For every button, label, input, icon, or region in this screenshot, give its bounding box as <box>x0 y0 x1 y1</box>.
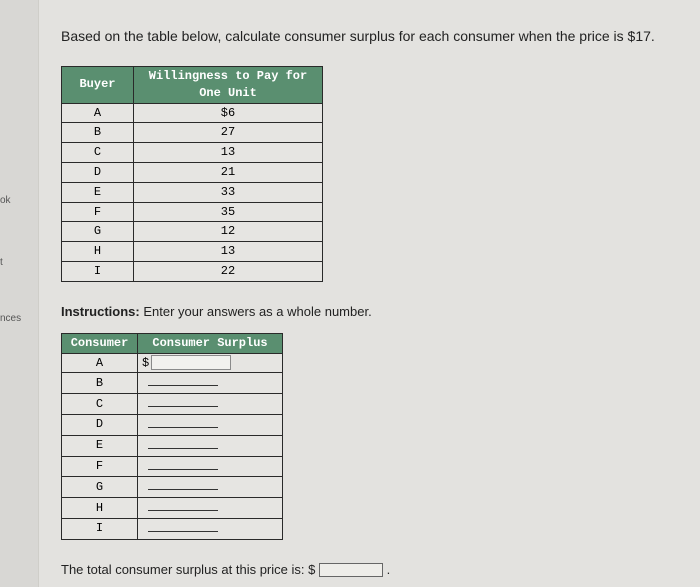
worksheet-page: Based on the table below, calculate cons… <box>38 0 700 587</box>
side-label-nces: nces <box>0 313 21 324</box>
table-row: H13 <box>62 242 323 262</box>
side-label-ok: ok <box>0 195 11 206</box>
cs-input-cell <box>138 373 283 394</box>
table-row: F <box>62 456 283 477</box>
consumer-surplus-table: Consumer Consumer Surplus A $ B C D E F … <box>61 333 283 540</box>
answer-blank[interactable] <box>148 499 218 511</box>
table-row: G <box>62 477 283 498</box>
table-row: I22 <box>62 261 323 281</box>
cell: 13 <box>134 143 323 163</box>
answer-blank[interactable] <box>148 374 218 386</box>
table-row: D <box>62 414 283 435</box>
question-text: Based on the table below, calculate cons… <box>61 28 674 44</box>
table-row: F35 <box>62 202 323 222</box>
cell: E <box>62 435 138 456</box>
cell: I <box>62 261 134 281</box>
cell: 13 <box>134 242 323 262</box>
cell: D <box>62 414 138 435</box>
total-text-after: . <box>383 562 390 577</box>
cell: D <box>62 162 134 182</box>
cs-input-cell <box>138 414 283 435</box>
cell: F <box>62 456 138 477</box>
table-row: B <box>62 373 283 394</box>
table-row: H <box>62 498 283 519</box>
cell: G <box>62 222 134 242</box>
cell: I <box>62 518 138 539</box>
cell: 22 <box>134 261 323 281</box>
cell: C <box>62 394 138 415</box>
cell: 12 <box>134 222 323 242</box>
cell: A <box>62 103 134 123</box>
cs-input-cell: $ <box>138 353 283 373</box>
cs-input-cell <box>138 498 283 519</box>
cell: B <box>62 123 134 143</box>
cs-input-cell <box>138 518 283 539</box>
cell: G <box>62 477 138 498</box>
table-row: D21 <box>62 162 323 182</box>
side-label-t: t <box>0 257 3 268</box>
wtp-table: Buyer Willingness to Pay for One Unit A$… <box>61 66 323 282</box>
cell: H <box>62 498 138 519</box>
answer-blank[interactable] <box>148 520 218 532</box>
table-row: A $ <box>62 353 283 373</box>
cell: E <box>62 182 134 202</box>
answer-blank[interactable] <box>148 395 218 407</box>
dollar-sign: $ <box>142 356 149 370</box>
total-surplus-input[interactable] <box>319 563 383 577</box>
table-row: E <box>62 435 283 456</box>
cs-input-cell <box>138 477 283 498</box>
cell: C <box>62 143 134 163</box>
cell: $6 <box>134 103 323 123</box>
cell: 27 <box>134 123 323 143</box>
answer-blank[interactable] <box>148 478 218 490</box>
instructions: Instructions: Enter your answers as a wh… <box>61 304 674 319</box>
table-row: C13 <box>62 143 323 163</box>
cs-input-cell <box>138 435 283 456</box>
cell: A <box>62 353 138 373</box>
answer-blank[interactable] <box>148 458 218 470</box>
cs-header-surplus: Consumer Surplus <box>138 333 283 353</box>
cell: F <box>62 202 134 222</box>
table-row: E33 <box>62 182 323 202</box>
cs-header-consumer: Consumer <box>62 333 138 353</box>
total-text-before: The total consumer surplus at this price… <box>61 562 319 577</box>
table-row: A$6 <box>62 103 323 123</box>
wtp-header-buyer: Buyer <box>62 67 134 104</box>
instructions-text: Enter your answers as a whole number. <box>140 304 372 319</box>
cell: 21 <box>134 162 323 182</box>
table-row: C <box>62 394 283 415</box>
cs-input-cell <box>138 394 283 415</box>
instructions-label: Instructions: <box>61 304 140 319</box>
cell: 33 <box>134 182 323 202</box>
wtp-header-wtp: Willingness to Pay for One Unit <box>134 67 323 104</box>
cs-input-a[interactable] <box>151 355 231 370</box>
table-row: G12 <box>62 222 323 242</box>
cell: 35 <box>134 202 323 222</box>
answer-blank[interactable] <box>148 437 218 449</box>
cs-input-cell <box>138 456 283 477</box>
table-row: I <box>62 518 283 539</box>
cell: B <box>62 373 138 394</box>
answer-blank[interactable] <box>148 416 218 428</box>
total-line: The total consumer surplus at this price… <box>61 562 674 577</box>
cell: H <box>62 242 134 262</box>
table-row: B27 <box>62 123 323 143</box>
